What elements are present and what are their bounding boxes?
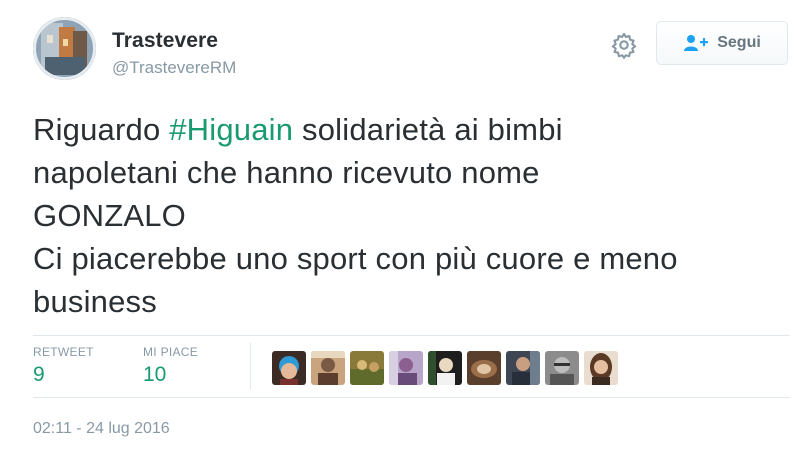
display-name[interactable]: Trastevere [112,29,218,53]
tweet-line-2: napoletani che hanno ricevuto nome [33,155,540,190]
tweet-timestamp[interactable]: 02:11 - 24 lug 2016 [33,420,170,438]
tweet-line-5: business [33,284,157,319]
liker-avatar[interactable] [467,351,501,385]
tweet-text-segment: solidarietà ai bimbi [293,112,563,147]
retweet-count: 9 [33,363,45,386]
tweet-text-segment: Riguardo [33,112,170,147]
stats-divider-bottom [33,397,790,398]
liker-avatar[interactable] [428,351,462,385]
stats-divider-top [33,335,790,336]
follow-button[interactable]: Segui [656,21,788,65]
user-plus-icon [684,35,709,51]
tweet-text: Riguardo #Higuain solidarietà ai bimbi n… [33,108,793,323]
avatar-image [33,17,96,80]
retweet-label: RETWEET [33,345,94,359]
hashtag-link[interactable]: #Higuain [169,112,293,147]
like-stat[interactable]: MI PIACE 10 [143,345,198,387]
retweet-stat[interactable]: RETWEET 9 [33,345,94,387]
like-count: 10 [143,363,167,386]
screen-name[interactable]: @TrastevereRM [112,58,236,78]
liker-avatar[interactable] [584,351,618,385]
liker-avatar[interactable] [272,351,306,385]
liker-avatar[interactable] [311,351,345,385]
follow-button-label: Segui [717,34,761,51]
avatar[interactable] [33,17,96,80]
tweet-line-1: Riguardo #Higuain solidarietà ai bimbi [33,108,793,151]
liker-avatars [272,351,618,385]
tweet-line-3: GONZALO [33,198,186,233]
stats-separator [250,343,251,389]
liker-avatar[interactable] [506,351,540,385]
liker-avatar[interactable] [545,351,579,385]
tweet-card: Trastevere @TrastevereRM Segui Riguardo … [0,0,810,450]
liker-avatar[interactable] [389,351,423,385]
gear-icon[interactable] [610,31,638,59]
like-label: MI PIACE [143,345,199,359]
liker-avatar[interactable] [350,351,384,385]
tweet-line-4: Ci piacerebbe uno sport con più cuore e … [33,241,678,276]
